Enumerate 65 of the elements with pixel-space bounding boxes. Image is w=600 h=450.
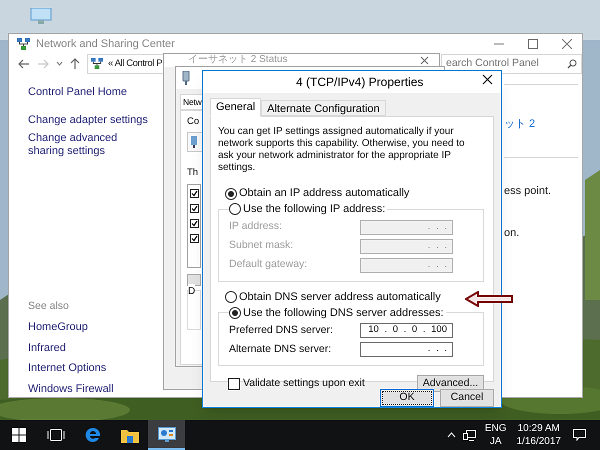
ip-address-field[interactable]: 10 . 0 . 0 . 100	[360, 323, 453, 338]
checkbox[interactable]	[190, 234, 199, 242]
field-label: Alternate DNS server:	[229, 342, 332, 357]
sidebar-link[interactable]: Change advanced sharing settings	[28, 132, 148, 158]
network-icon[interactable]	[462, 430, 476, 440]
checkbox-label: Validate settings upon exit	[243, 376, 365, 391]
windows-logo-icon	[12, 428, 26, 442]
window-title: 4 (TCP/IPv4) Properties	[296, 74, 424, 91]
tab[interactable]: Alternate Configuration	[261, 100, 386, 116]
language-indicator[interactable]: ENG JA	[484, 422, 506, 448]
window-title: イーサネット 2 Status	[188, 54, 288, 66]
checkbox[interactable]	[228, 378, 240, 390]
task-view-icon	[46, 429, 64, 441]
chevron-up-icon[interactable]	[446, 432, 456, 438]
folder-icon	[120, 428, 138, 442]
taskbar-button[interactable]	[148, 420, 185, 450]
sidebar-link[interactable]: Infrared	[28, 340, 66, 356]
clock[interactable]: 10:29 AM 1/16/2017	[516, 422, 561, 448]
tab[interactable]: Netw	[180, 94, 202, 110]
network-adapter-icon	[191, 136, 197, 148]
network-icon	[17, 38, 30, 50]
connection-link[interactable]: ット 2	[504, 116, 536, 132]
window-title: Network and Sharing Center	[36, 36, 175, 52]
sidebar-link[interactable]: Windows Firewall	[28, 380, 114, 397]
radio-button[interactable]	[225, 291, 237, 303]
field-label: Default gateway:	[229, 257, 308, 272]
radio-button[interactable]	[229, 306, 241, 319]
radio-button[interactable]	[229, 203, 241, 216]
dialog-button[interactable]: Cancel	[440, 389, 494, 407]
checkbox[interactable]	[190, 218, 199, 228]
sidebar-link[interactable]: Control Panel Home	[28, 84, 128, 100]
radio-label: Obtain an IP address automatically	[239, 186, 410, 202]
maximize-icon[interactable]	[528, 38, 538, 49]
body-text: on.	[504, 226, 520, 241]
chevron-down-icon[interactable]	[56, 61, 63, 66]
radio-button[interactable]	[225, 188, 237, 200]
sidebar-link[interactable]: Internet Options	[28, 360, 106, 376]
sidebar-link[interactable]: HomeGroup	[28, 319, 88, 336]
field-label: Preferred DNS server:	[229, 322, 334, 338]
address-text: « All Control P	[108, 56, 162, 71]
radio-label: Obtain DNS server address automatically	[239, 290, 441, 305]
network-adapter-icon	[182, 71, 190, 85]
dialog-button[interactable]: OK	[380, 389, 434, 407]
list-label: Th	[187, 166, 198, 180]
description-text: You can get IP settings assigned automatically if your network supports this capability. Otherwise, you need to ask your network administrator for the appropriate IP settings.	[218, 126, 466, 174]
sidebar-link[interactable]: Change adapter settings	[28, 114, 148, 128]
network-icon	[91, 58, 103, 70]
checkbox[interactable]	[190, 204, 199, 212]
section-heading: See also	[28, 299, 69, 314]
tab[interactable]: General	[210, 98, 262, 117]
field-label: Co	[187, 115, 200, 129]
back-arrow-icon[interactable]	[18, 58, 30, 69]
field-label: IP address:	[229, 219, 283, 234]
control-panel-icon	[158, 426, 176, 442]
body-text: ess point.	[504, 184, 552, 200]
radio-label: Use the following DNS server addresses:	[243, 306, 444, 320]
checkbox[interactable]	[190, 188, 199, 198]
field-label: Subnet mask:	[229, 238, 294, 254]
notification-icon[interactable]	[573, 429, 586, 441]
radio-label: Use the following IP address:	[243, 202, 386, 217]
close-icon[interactable]	[482, 74, 493, 85]
up-arrow-icon[interactable]	[70, 58, 80, 70]
search-icon	[567, 58, 577, 69]
browser-icon	[84, 427, 100, 443]
ip-address-field[interactable]: . . .	[360, 342, 453, 357]
